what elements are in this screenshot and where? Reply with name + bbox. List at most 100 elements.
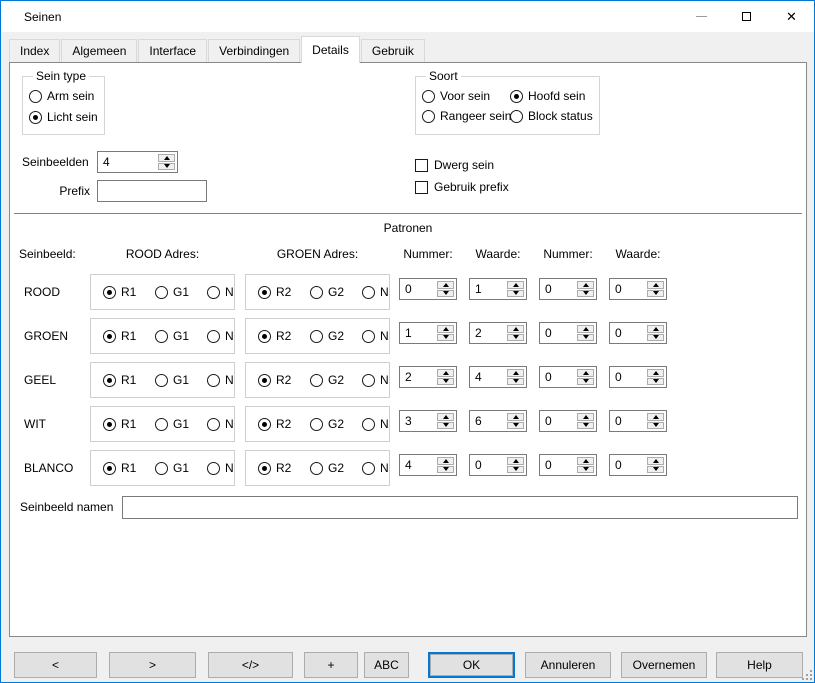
radio-r1[interactable]: R1 xyxy=(103,417,155,431)
spin-up-button[interactable] xyxy=(437,369,454,377)
spin-up-button[interactable] xyxy=(577,413,594,421)
nummer-spinner[interactable]: 0 xyxy=(399,278,457,300)
spin-up-button[interactable] xyxy=(577,457,594,465)
spin-down-button[interactable] xyxy=(158,163,175,171)
spin-up-button[interactable] xyxy=(647,369,664,377)
prev-button[interactable]: < xyxy=(14,652,97,678)
waarde-spinner[interactable]: 1 xyxy=(469,278,527,300)
radio-r2[interactable]: R2 xyxy=(258,285,310,299)
radio-n[interactable]: N xyxy=(207,329,234,343)
radio-n[interactable]: N xyxy=(362,461,389,475)
spin-up-button[interactable] xyxy=(437,281,454,289)
radio-n[interactable]: N xyxy=(207,373,234,387)
spin-down-button[interactable] xyxy=(437,466,454,474)
radio-n[interactable]: N xyxy=(362,373,389,387)
spin-down-button[interactable] xyxy=(647,422,664,430)
waarde-spinner[interactable]: 6 xyxy=(469,410,527,432)
nummer-spinner[interactable]: 0 xyxy=(539,454,597,476)
radio-n[interactable]: N xyxy=(362,417,389,431)
waarde-spinner[interactable]: 0 xyxy=(609,366,667,388)
maximize-button[interactable] xyxy=(724,1,769,32)
checkbox-gebruik-prefix[interactable]: Gebruik prefix xyxy=(415,180,509,194)
spin-up-button[interactable] xyxy=(437,413,454,421)
waarde-spinner[interactable]: 2 xyxy=(469,322,527,344)
waarde-spinner[interactable]: 0 xyxy=(609,454,667,476)
code-button[interactable]: </> xyxy=(208,652,293,678)
spin-down-button[interactable] xyxy=(507,378,524,386)
radio-g1[interactable]: G1 xyxy=(155,373,207,387)
radio-r1[interactable]: R1 xyxy=(103,373,155,387)
minimize-button[interactable] xyxy=(679,1,724,32)
radio-r2[interactable]: R2 xyxy=(258,461,310,475)
radio-n[interactable]: N xyxy=(207,285,234,299)
nummer-spinner[interactable]: 0 xyxy=(539,278,597,300)
seinbeelden-spinner[interactable]: 4 xyxy=(97,151,178,173)
waarde-spinner[interactable]: 4 xyxy=(469,366,527,388)
prefix-input[interactable] xyxy=(97,180,207,202)
spin-up-button[interactable] xyxy=(647,281,664,289)
radio-n[interactable]: N xyxy=(207,461,234,475)
help-button[interactable]: Help xyxy=(716,652,803,678)
spin-up-button[interactable] xyxy=(507,281,524,289)
radio-n[interactable]: N xyxy=(362,285,389,299)
radio-n[interactable]: N xyxy=(207,417,234,431)
spin-down-button[interactable] xyxy=(647,334,664,342)
nummer-spinner[interactable]: 0 xyxy=(539,366,597,388)
spin-down-button[interactable] xyxy=(577,466,594,474)
tab-verbindingen[interactable]: Verbindingen xyxy=(208,39,300,62)
nummer-spinner[interactable]: 0 xyxy=(539,410,597,432)
spin-down-button[interactable] xyxy=(437,378,454,386)
plus-button[interactable]: + xyxy=(304,652,358,678)
waarde-spinner[interactable]: 0 xyxy=(609,410,667,432)
nummer-spinner[interactable]: 0 xyxy=(539,322,597,344)
radio-g2[interactable]: G2 xyxy=(310,285,362,299)
radio-g1[interactable]: G1 xyxy=(155,329,207,343)
radio-g1[interactable]: G1 xyxy=(155,285,207,299)
spin-down-button[interactable] xyxy=(647,290,664,298)
spin-down-button[interactable] xyxy=(437,290,454,298)
radio-licht-sein[interactable]: Licht sein xyxy=(29,110,98,124)
radio-hoofd-sein[interactable]: Hoofd sein xyxy=(510,89,593,103)
tab-algemeen[interactable]: Algemeen xyxy=(61,39,137,62)
radio-r2[interactable]: R2 xyxy=(258,417,310,431)
radio-n[interactable]: N xyxy=(362,329,389,343)
spin-down-button[interactable] xyxy=(507,466,524,474)
radio-g2[interactable]: G2 xyxy=(310,461,362,475)
spin-up-button[interactable] xyxy=(577,325,594,333)
radio-r2[interactable]: R2 xyxy=(258,373,310,387)
spin-down-button[interactable] xyxy=(507,422,524,430)
nummer-spinner[interactable]: 1 xyxy=(399,322,457,344)
spin-down-button[interactable] xyxy=(577,290,594,298)
tab-interface[interactable]: Interface xyxy=(138,39,207,62)
spin-up-button[interactable] xyxy=(577,281,594,289)
close-button[interactable]: ✕ xyxy=(769,1,814,32)
next-button[interactable]: > xyxy=(109,652,196,678)
spin-up-button[interactable] xyxy=(507,369,524,377)
abc-button[interactable]: ABC xyxy=(364,652,409,678)
resize-grip[interactable] xyxy=(801,669,812,680)
radio-g1[interactable]: G1 xyxy=(155,417,207,431)
spin-down-button[interactable] xyxy=(507,290,524,298)
radio-arm-sein[interactable]: Arm sein xyxy=(29,89,98,103)
radio-g2[interactable]: G2 xyxy=(310,373,362,387)
seinbeeld-namen-input[interactable] xyxy=(122,496,798,519)
radio-r2[interactable]: R2 xyxy=(258,329,310,343)
waarde-spinner[interactable]: 0 xyxy=(609,322,667,344)
ok-button[interactable]: OK xyxy=(428,652,515,678)
waarde-spinner[interactable]: 0 xyxy=(469,454,527,476)
spin-down-button[interactable] xyxy=(647,378,664,386)
radio-g2[interactable]: G2 xyxy=(310,329,362,343)
spin-up-button[interactable] xyxy=(437,325,454,333)
spin-up-button[interactable] xyxy=(577,369,594,377)
tab-details[interactable]: Details xyxy=(301,36,360,63)
radio-r1[interactable]: R1 xyxy=(103,329,155,343)
spin-up-button[interactable] xyxy=(647,457,664,465)
spin-up-button[interactable] xyxy=(647,325,664,333)
spin-up-button[interactable] xyxy=(507,325,524,333)
overnemen-button[interactable]: Overnemen xyxy=(621,652,707,678)
spin-up-button[interactable] xyxy=(507,413,524,421)
spin-down-button[interactable] xyxy=(577,422,594,430)
radio-block-status[interactable]: Block status xyxy=(510,109,593,123)
spin-up-button[interactable] xyxy=(647,413,664,421)
spin-up-button[interactable] xyxy=(507,457,524,465)
